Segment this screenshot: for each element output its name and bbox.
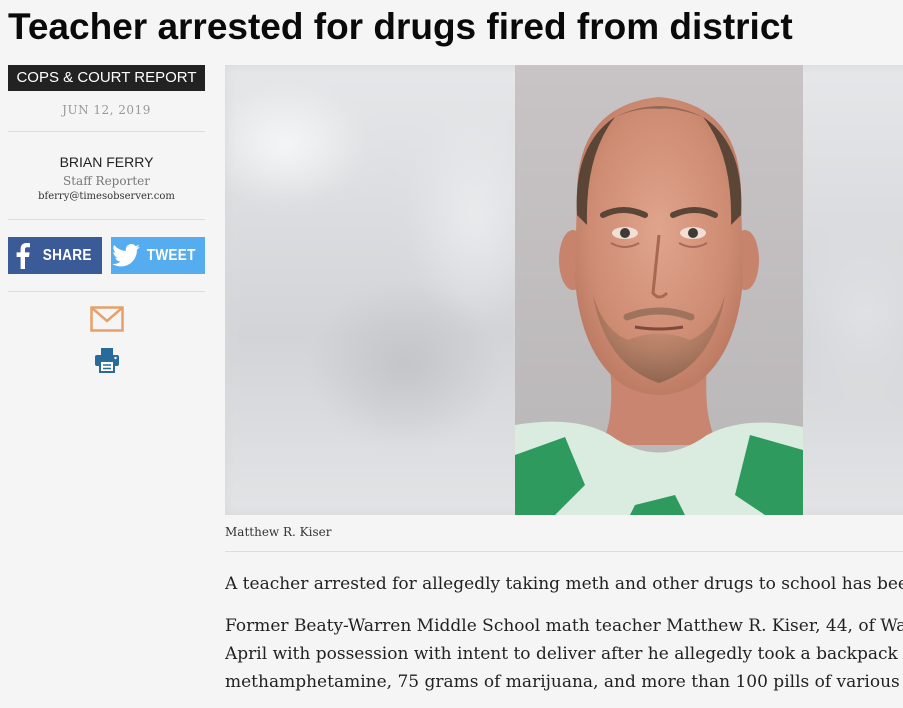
author-block: BRIAN FERRY Staff Reporter bferry@timeso… (8, 154, 205, 202)
author-email-link[interactable]: bferry@timesobserver.com (8, 191, 205, 202)
article-paragraph: Former Beaty-Warren Middle School math t… (225, 612, 903, 696)
mugshot-image (515, 65, 803, 515)
article-headline: Teacher arrested for drugs fired from di… (8, 6, 793, 47)
paragraph-line: methamphetamine, 75 grams of marijuana, … (225, 672, 903, 692)
category-link[interactable]: COPS & COURT REPORT (8, 65, 205, 91)
article-main: Matthew R. Kiser A teacher arrested for … (225, 65, 903, 696)
facebook-icon (8, 242, 38, 269)
author-role: Staff Reporter (63, 174, 150, 188)
author-name-link[interactable]: BRIAN FERRY (8, 154, 205, 170)
print-icon (94, 348, 119, 373)
facebook-share-button[interactable]: SHARE (8, 237, 102, 274)
article-tools (8, 306, 205, 373)
paragraph-line: April with possession with intent to del… (225, 644, 903, 664)
twitter-tweet-button[interactable]: TWEET (111, 237, 205, 274)
email-icon (89, 306, 124, 332)
article-body: A teacher arrested for allegedly taking … (225, 570, 903, 696)
article-photo-figure: Matthew R. Kiser (225, 65, 903, 539)
article-sidebar: COPS & COURT REPORT JUN 12, 2019 BRIAN F… (8, 65, 205, 373)
email-article-button[interactable] (89, 306, 124, 332)
paragraph-line: A teacher arrested for allegedly taking … (225, 574, 903, 594)
photo-caption: Matthew R. Kiser (225, 525, 332, 539)
facebook-share-label: SHARE (43, 246, 93, 264)
divider (8, 291, 205, 292)
article-paragraph: A teacher arrested for allegedly taking … (225, 570, 903, 598)
divider (225, 551, 903, 552)
divider (8, 219, 205, 220)
publish-date: JUN 12, 2019 (62, 103, 151, 117)
print-article-button[interactable] (94, 347, 120, 373)
share-buttons: SHARE TWEET (8, 237, 205, 274)
twitter-icon (111, 244, 142, 267)
divider (8, 131, 205, 132)
paragraph-line: Former Beaty-Warren Middle School math t… (225, 616, 903, 636)
article-photo[interactable] (225, 65, 903, 515)
twitter-tweet-label: TWEET (146, 246, 196, 264)
